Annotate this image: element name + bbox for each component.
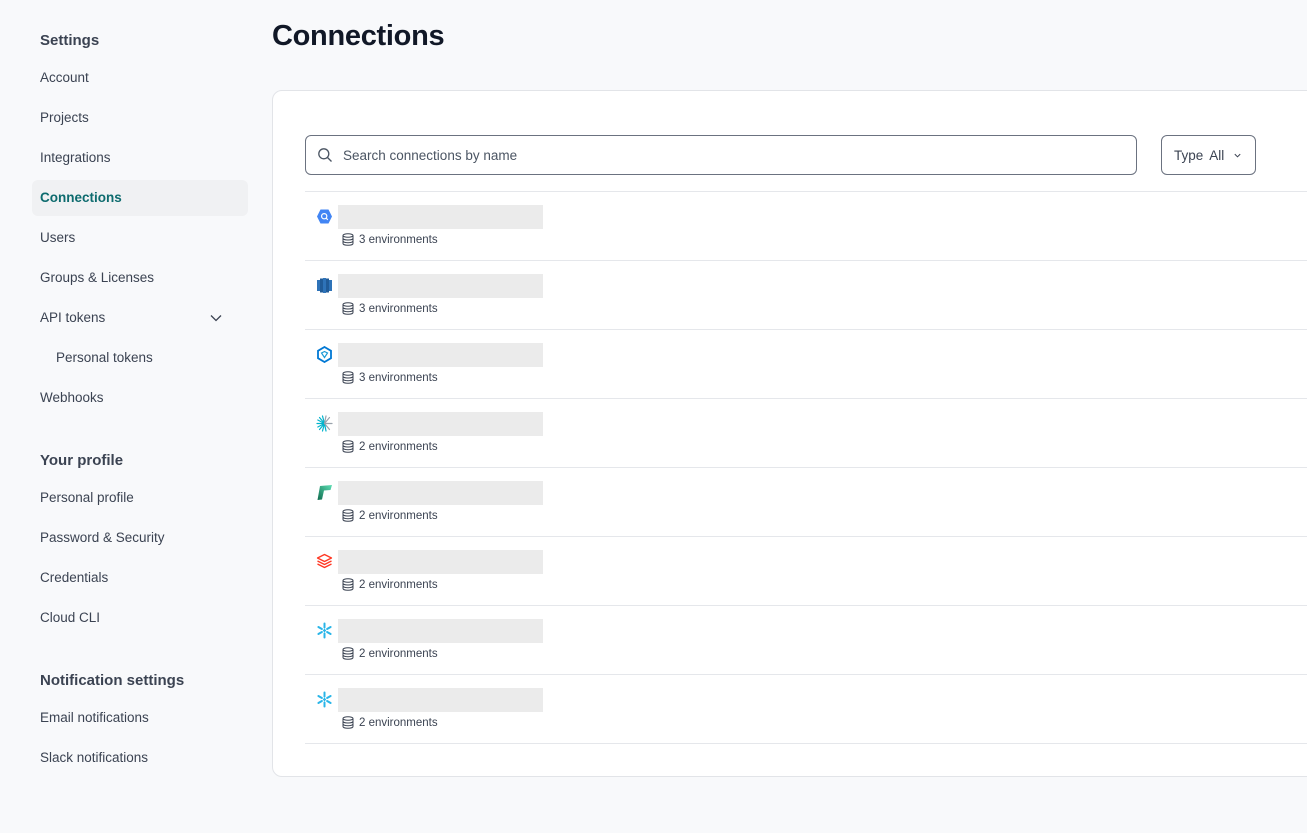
profile-section-title: Your profile [40,452,124,469]
environments-label: 2 environments [359,440,438,453]
sidebar-item-webhooks[interactable]: Webhooks [32,380,248,416]
sidebar-item-integrations[interactable]: Integrations [32,140,248,176]
connections-list: 3 environments 3 environments 3 environm… [305,191,1307,744]
sidebar-item-cloud-cli[interactable]: Cloud CLI [32,600,248,636]
environments-count: 2 environments [342,647,438,660]
connection-name-placeholder [338,412,543,436]
connections-card: Type All 3 environments [272,90,1307,777]
environments-label: 2 environments [359,509,438,522]
search-input[interactable] [343,147,1136,163]
sidebar-item-api-tokens[interactable]: API tokens [32,300,248,336]
sidebar-item-personal-profile[interactable]: Personal profile [32,480,248,516]
environments-label: 2 environments [359,647,438,660]
sidebar-item-label: API tokens [40,310,106,325]
search-icon [318,148,332,162]
sidebar-item-projects[interactable]: Projects [32,100,248,136]
connection-name-placeholder [338,619,543,643]
chevron-down-icon [1234,153,1241,158]
connection-name-placeholder [338,481,543,505]
settings-sidebar: Settings Account Projects Integrations C… [0,0,260,833]
environments-count: 3 environments [342,302,438,315]
page-title: Connections [272,20,445,52]
connection-row[interactable]: 3 environments [305,261,1307,330]
connection-name-placeholder [338,688,543,712]
connection-row[interactable]: 2 environments [305,399,1307,468]
sidebar-item-email-notifications[interactable]: Email notifications [32,700,248,736]
database-icon [342,440,354,453]
environments-label: 3 environments [359,371,438,384]
starburst-icon [316,415,333,432]
search-box[interactable] [305,135,1137,175]
database-icon [342,371,354,384]
sidebar-item-groups-licenses[interactable]: Groups & Licenses [32,260,248,296]
sidebar-item-personal-tokens[interactable]: Personal tokens [32,340,248,376]
sidebar-item-credentials[interactable]: Credentials [32,560,248,596]
environments-label: 3 environments [359,233,438,246]
database-icon [342,647,354,660]
environments-count: 3 environments [342,371,438,384]
sidebar-item-users[interactable]: Users [32,220,248,256]
connection-name-placeholder [338,274,543,298]
database-icon [342,578,354,591]
connection-name-placeholder [338,343,543,367]
connection-row[interactable]: 2 environments [305,606,1307,675]
type-filter-dropdown[interactable]: Type All [1161,135,1256,175]
bigquery-icon [317,209,332,224]
settings-section-title: Settings [40,32,100,49]
database-icon [342,716,354,729]
connection-row[interactable]: 2 environments [305,675,1307,744]
synapse-icon [317,346,332,363]
sidebar-item-slack-notifications[interactable]: Slack notifications [32,740,248,776]
notifications-section-title: Notification settings [40,672,185,689]
environments-count: 2 environments [342,509,438,522]
connection-row[interactable]: 3 environments [305,192,1307,261]
sidebar-item-account[interactable]: Account [32,60,248,96]
database-icon [342,233,354,246]
chevron-down-icon[interactable] [210,312,222,324]
environments-label: 2 environments [359,578,438,591]
fabric-icon [317,485,332,500]
environments-count: 2 environments [342,578,438,591]
environments-label: 2 environments [359,716,438,729]
connection-name-placeholder [338,550,543,574]
redshift-icon [317,278,332,293]
database-icon [342,302,354,315]
snowflake-icon [317,691,332,708]
connection-row[interactable]: 2 environments [305,468,1307,537]
connection-row[interactable]: 2 environments [305,537,1307,606]
connection-name-placeholder [338,205,543,229]
sidebar-item-connections[interactable]: Connections [32,180,248,216]
environments-count: 2 environments [342,440,438,453]
sidebar-item-password-security[interactable]: Password & Security [32,520,248,556]
environments-count: 2 environments [342,716,438,729]
environments-label: 3 environments [359,302,438,315]
databricks-icon [316,553,333,569]
type-filter-label: Type [1174,147,1204,163]
snowflake-icon [317,622,332,639]
type-filter-value: All [1209,147,1225,163]
connection-row[interactable]: 3 environments [305,330,1307,399]
environments-count: 3 environments [342,233,438,246]
database-icon [342,509,354,522]
